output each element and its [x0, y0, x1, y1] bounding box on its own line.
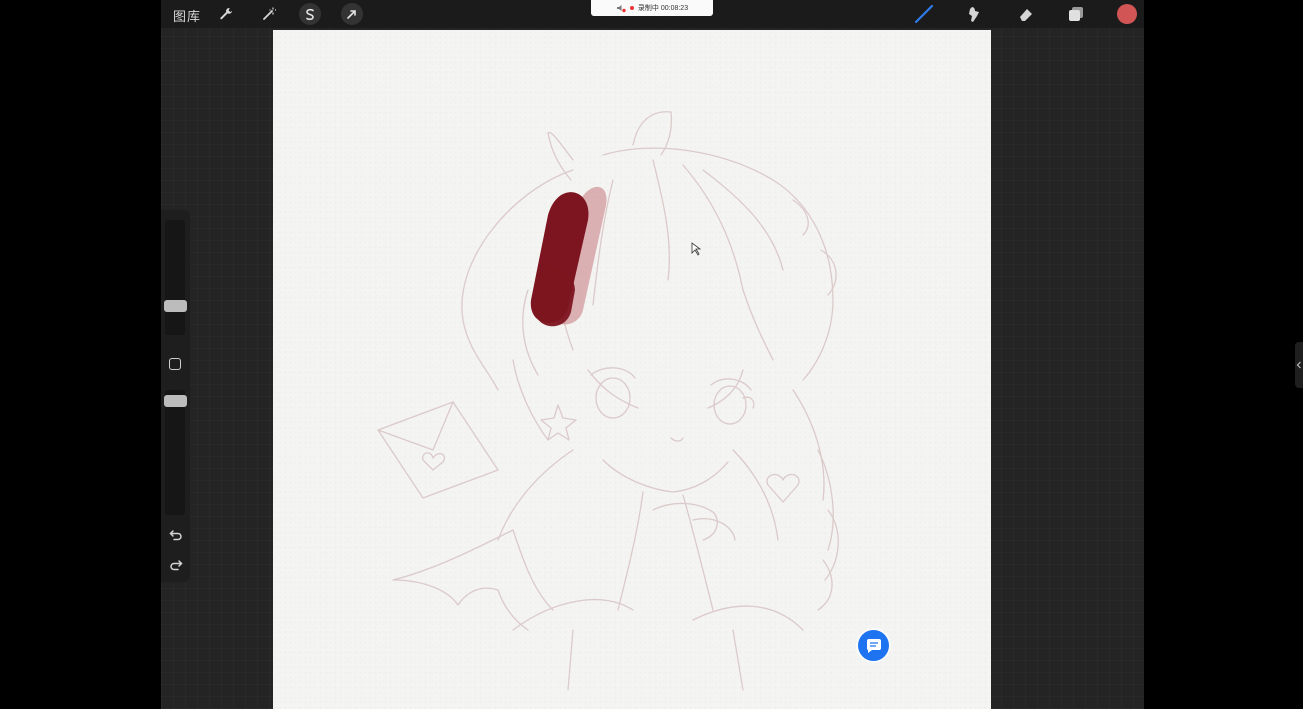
sketch-artwork [377, 111, 839, 691]
undo-icon[interactable] [167, 526, 185, 544]
wrench-icon[interactable] [215, 3, 237, 25]
redo-icon[interactable] [167, 556, 185, 574]
drawing-canvas[interactable] [273, 30, 991, 709]
brush-size-thumb[interactable] [164, 300, 187, 312]
selection-s-icon[interactable] [299, 3, 321, 25]
opacity-slider[interactable] [165, 390, 185, 515]
eraser-icon[interactable] [1015, 3, 1037, 25]
recording-indicator: 录制中 00:08:23 [591, 0, 713, 16]
chevron-left-icon [1296, 361, 1301, 369]
arrow-cursor-icon[interactable] [341, 3, 363, 25]
color-picker-button[interactable] [1117, 4, 1137, 24]
smudge-icon[interactable] [963, 3, 985, 25]
modify-button[interactable] [169, 358, 181, 370]
gallery-button[interactable]: 图库 [173, 6, 201, 25]
top-toolbar: 图库 录制中 00:08:23 [161, 0, 1144, 28]
left-sidebar [161, 210, 190, 582]
opacity-thumb[interactable] [164, 395, 187, 407]
layers-icon[interactable] [1065, 3, 1087, 25]
brush-icon[interactable] [913, 3, 935, 25]
procreate-app: 图库 录制中 00:08:23 [161, 0, 1144, 709]
muted-speaker-icon [616, 5, 626, 13]
chat-bubble-icon[interactable] [858, 630, 889, 661]
recording-text: 录制中 00:08:23 [637, 5, 689, 12]
magic-wand-icon[interactable] [258, 3, 280, 25]
brush-size-slider[interactable] [165, 220, 185, 335]
recording-dot [629, 6, 634, 10]
edge-panel-tab[interactable] [1295, 342, 1303, 388]
